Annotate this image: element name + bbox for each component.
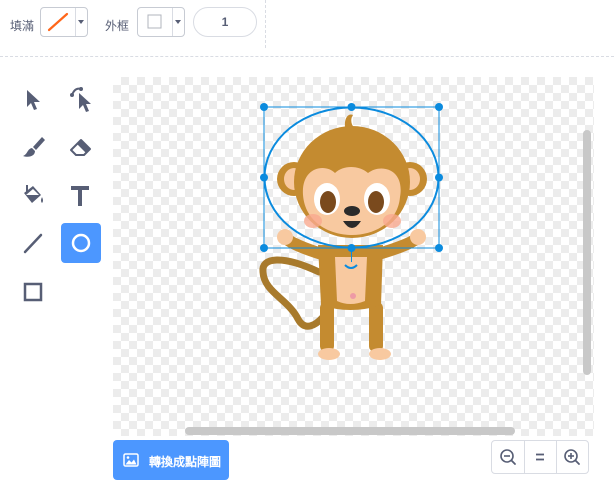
brush-icon (23, 137, 45, 157)
monkey-belly-button (350, 293, 356, 299)
monkey-right-hand (410, 229, 426, 245)
resize-handle-top[interactable] (347, 103, 356, 111)
select-tool-button[interactable] (13, 79, 53, 119)
outline-label: 外框 (105, 19, 130, 33)
paint-canvas[interactable] (113, 77, 594, 436)
monkey-nose (344, 206, 360, 216)
resize-handle-bottom-left[interactable] (260, 244, 268, 252)
eraser-tool-button[interactable] (60, 127, 100, 167)
outline-width-input[interactable]: 1 (193, 7, 257, 37)
caret-down-icon (175, 20, 181, 24)
toolbar-bottom-divider (0, 56, 614, 57)
resize-handle-bottom-right[interactable] (435, 244, 443, 252)
monkey-right-eye (368, 191, 384, 213)
resize-handle-top-right[interactable] (435, 103, 443, 111)
zoom-in-icon (564, 449, 580, 465)
fill-swatch (41, 8, 76, 36)
fill-label: 填滿 (10, 19, 35, 33)
circle-tool-button[interactable] (61, 223, 101, 263)
zoom-in-button[interactable] (556, 441, 588, 473)
line-tool-button[interactable] (13, 223, 53, 263)
monkey-right-cheek (383, 214, 401, 228)
monkey-left-foot (318, 348, 340, 360)
canvas-horizontal-scrollbar[interactable] (185, 427, 515, 435)
paint-bucket-icon (24, 185, 43, 203)
outline-dropdown-arrow (172, 8, 184, 36)
rectangle-tool-button[interactable] (13, 271, 53, 311)
fill-dropdown-arrow (75, 8, 87, 36)
text-tool-button[interactable] (60, 175, 100, 215)
reshape-pointer-icon (70, 87, 91, 112)
resize-handle-bottom[interactable] (347, 244, 356, 252)
monkey-left-cheek (304, 214, 322, 228)
monkey-right-foot (369, 348, 391, 360)
resize-handle-top-left[interactable] (260, 103, 268, 111)
zoom-reset-button[interactable] (524, 441, 556, 473)
convert-to-bitmap-button[interactable]: 轉換成點陣圖 (113, 440, 229, 480)
arrow-pointer-icon (27, 90, 40, 110)
text-icon (71, 186, 89, 206)
zoom-reset-icon (536, 453, 544, 461)
fill-color-button[interactable] (40, 7, 88, 37)
circle-icon (71, 233, 91, 253)
outline-swatch (138, 8, 173, 36)
monkey-left-leg (320, 302, 334, 352)
outline-color-button[interactable] (137, 7, 185, 37)
bitmap-image-icon (123, 453, 139, 467)
rectangle-icon (23, 282, 43, 302)
monkey-left-hand (277, 229, 293, 245)
canvas-vertical-scrollbar[interactable] (583, 130, 591, 375)
caret-down-icon (78, 20, 84, 24)
empty-square-icon (147, 14, 162, 29)
convert-to-bitmap-label: 轉換成點陣圖 (149, 455, 222, 469)
line-icon (23, 233, 43, 254)
resize-handle-right[interactable] (435, 173, 443, 182)
no-fill-slash-icon (47, 12, 69, 32)
toolbar-divider (265, 0, 266, 48)
fill-tool-button[interactable] (13, 175, 53, 215)
resize-handle-left[interactable] (260, 173, 268, 182)
brush-tool-button[interactable] (13, 127, 53, 167)
zoom-out-button[interactable] (492, 441, 524, 473)
zoom-out-icon (500, 449, 516, 465)
monkey-left-eye (320, 191, 336, 213)
reshape-tool-button[interactable] (60, 79, 100, 119)
monkey-right-leg (369, 302, 383, 352)
monkey-costume (259, 103, 443, 360)
monkey-tail (259, 256, 327, 330)
eraser-icon (70, 139, 91, 156)
zoom-controls (491, 440, 589, 474)
mode-toolbar: 填滿 外框 1 (0, 0, 614, 48)
